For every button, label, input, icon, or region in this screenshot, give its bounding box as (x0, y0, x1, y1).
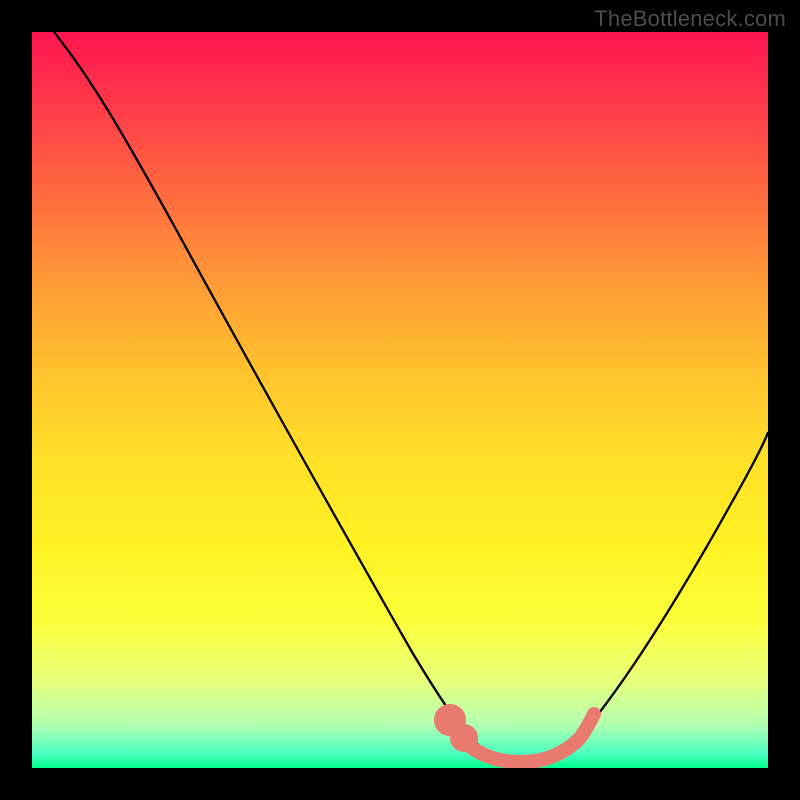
chart-stage: TheBottleneck.com (0, 0, 800, 800)
plot-area (32, 32, 768, 768)
bottleneck-curve (54, 32, 768, 761)
watermark-text: TheBottleneck.com (594, 6, 786, 32)
chart-svg (32, 32, 768, 768)
optimal-highlight (441, 711, 594, 762)
